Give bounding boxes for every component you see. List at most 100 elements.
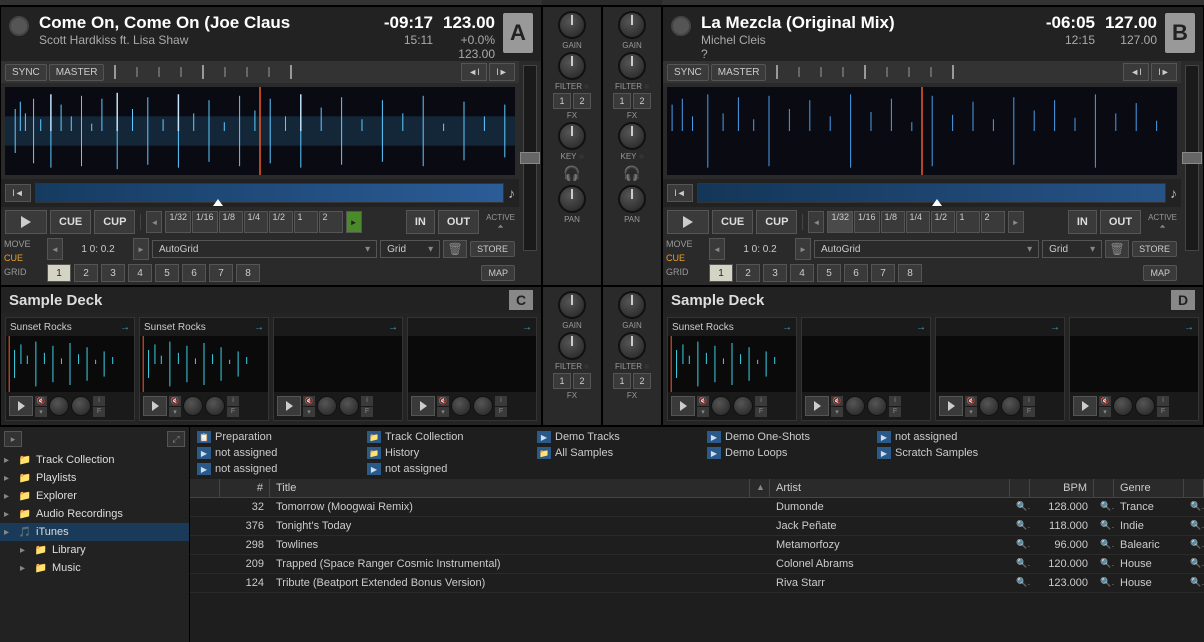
deck-b-loop-size-inc[interactable]: ► (1008, 211, 1024, 233)
disclosure-icon[interactable]: ▸ (4, 509, 14, 520)
mixer-a-gain-knob[interactable] (558, 11, 586, 39)
table-row[interactable]: 209Trapped (Space Ranger Cosmic Instrume… (190, 555, 1204, 574)
mixer-d-fx2[interactable]: 2 (633, 373, 651, 389)
loop-size-1/4[interactable]: 1/4 (906, 211, 930, 233)
mixer-a-cue-headphone[interactable]: 🎧 (562, 163, 582, 183)
trash-icon[interactable]: 🗑 (443, 240, 467, 258)
loop-size-1/2[interactable]: 1/2 (931, 211, 955, 233)
table-row[interactable]: 32Tomorrow (Moogwai Remix)Dumonde🔍128.00… (190, 498, 1204, 517)
deck-a-loop-size-dec[interactable]: ◄ (146, 211, 162, 233)
mixer-a-fx1-button[interactable]: 1 (553, 93, 571, 109)
sample-play-button[interactable] (277, 396, 301, 416)
sample-filter-knob[interactable] (339, 396, 359, 416)
sample-waveform[interactable] (274, 336, 402, 392)
search-icon[interactable]: 🔍 (1094, 556, 1114, 572)
col-number[interactable]: # (220, 479, 270, 497)
sample-waveform[interactable] (802, 336, 930, 392)
mixer-c-fx1[interactable]: 1 (553, 373, 571, 389)
hotcue-8[interactable]: 8 (236, 264, 260, 282)
mixer-b-fx1-button[interactable]: 1 (613, 93, 631, 109)
tree-expand-button[interactable]: ⤢ (167, 431, 185, 447)
deck-a-seek-fwd-button[interactable]: I► (489, 63, 515, 81)
deck-a-master-button[interactable]: MASTER (49, 64, 105, 81)
loop-size-1/32[interactable]: 1/32 (827, 211, 853, 233)
loop-size-2[interactable]: 2 (319, 211, 343, 233)
favorite-preparation[interactable]: 📋Preparation (194, 429, 364, 445)
sample-deck-d-letter[interactable]: D (1171, 290, 1195, 310)
sample-play-button[interactable] (1073, 396, 1097, 416)
favorite-demo-one-shots[interactable]: ▶Demo One-Shots (704, 429, 874, 445)
deck-b-tab-grid[interactable]: GRID (663, 265, 705, 279)
deck-b-loop-active-label[interactable]: ACTIVE (1148, 213, 1177, 222)
sample-slot-4[interactable]: →🔇▾iF (407, 317, 537, 421)
deck-a-play-button[interactable] (5, 210, 47, 234)
sample-filter-knob[interactable] (1001, 396, 1021, 416)
deck-a-tab-move[interactable]: MOVE (1, 237, 43, 251)
hotcue-2[interactable]: 2 (74, 264, 98, 282)
deck-a-autogrid-select[interactable]: AutoGrid (152, 240, 377, 258)
col-title[interactable]: Title (270, 479, 750, 497)
sample-waveform[interactable] (668, 336, 796, 392)
search-icon[interactable]: 🔍 (1010, 537, 1030, 553)
tree-item-playlists[interactable]: ▸📁Playlists (0, 469, 189, 487)
loop-size-1/16[interactable]: 1/16 (854, 211, 880, 233)
hotcue-4[interactable]: 4 (790, 264, 814, 282)
deck-b-tab-move[interactable]: MOVE (663, 237, 705, 251)
mixer-d-gain-knob[interactable] (618, 291, 646, 319)
search-icon[interactable]: 🔍 (1184, 518, 1204, 534)
deck-a-store-button[interactable]: STORE (470, 241, 515, 257)
tree-item-library[interactable]: ▸📁Library (0, 541, 189, 559)
sample-slot-2[interactable]: →🔇▾iF (801, 317, 931, 421)
deck-b-overview[interactable] (697, 183, 1166, 203)
deck-b-cup-button[interactable]: CUP (756, 210, 797, 234)
sample-filter-knob[interactable] (867, 396, 887, 416)
mixer-b-cue-headphone[interactable]: 🎧 (622, 163, 642, 183)
disclosure-icon[interactable]: ▸ (4, 455, 14, 466)
tree-item-itunes[interactable]: ▸🎵iTunes (0, 523, 189, 541)
deck-b-master-button[interactable]: MASTER (711, 64, 767, 81)
table-row[interactable]: 298TowlinesMetamorfozy🔍96.000🔍Balearic🔍 (190, 536, 1204, 555)
col-icon[interactable] (190, 479, 220, 497)
mixer-d-filter-knob[interactable] (618, 332, 646, 360)
disclosure-icon[interactable]: ▸ (20, 545, 30, 556)
deck-b-store-button[interactable]: STORE (1132, 241, 1177, 257)
deck-b-autogrid-select[interactable]: AutoGrid (814, 240, 1039, 258)
mixer-a-fx2-button[interactable]: 2 (573, 93, 591, 109)
col-bpm[interactable]: BPM (1030, 479, 1094, 497)
tree-item-explorer[interactable]: ▸📁Explorer (0, 487, 189, 505)
favorite-demo-tracks[interactable]: ▶Demo Tracks (534, 429, 704, 445)
sample-slot-4[interactable]: →🔇▾iF (1069, 317, 1199, 421)
sample-filter-knob[interactable] (1135, 396, 1155, 416)
sample-gain-knob[interactable] (317, 396, 337, 416)
favorite-demo-loops[interactable]: ▶Demo Loops (704, 445, 874, 461)
deck-a-tab-grid[interactable]: GRID (1, 265, 43, 279)
deck-a-skip-start-button[interactable]: I◄ (5, 184, 31, 202)
sample-filter-knob[interactable] (205, 396, 225, 416)
hotcue-2[interactable]: 2 (736, 264, 760, 282)
hotcue-5[interactable]: 5 (155, 264, 179, 282)
sample-slot-3[interactable]: →🔇▾iF (935, 317, 1065, 421)
hotcue-1[interactable]: 1 (47, 264, 71, 282)
deck-a-bpm[interactable]: 123.00 (443, 13, 495, 33)
hotcue-7[interactable]: 7 (209, 264, 233, 282)
loop-size-1/32[interactable]: 1/32 (165, 211, 191, 233)
deck-a-overview[interactable] (35, 183, 504, 203)
sample-play-button[interactable] (143, 396, 167, 416)
map-button[interactable]: MAP (481, 265, 515, 281)
sample-gain-knob[interactable] (183, 396, 203, 416)
sample-slot-2[interactable]: Sunset Rocks→🔇▾iF (139, 317, 269, 421)
col-genre[interactable]: Genre (1114, 479, 1184, 497)
sample-gain-knob[interactable] (711, 396, 731, 416)
tree-item-audio-recordings[interactable]: ▸📁Audio Recordings (0, 505, 189, 523)
deck-b-seek-back-button[interactable]: ◄I (1123, 63, 1149, 81)
sample-play-button[interactable] (939, 396, 963, 416)
disclosure-icon[interactable]: ▸ (20, 563, 30, 574)
deck-b-waveform[interactable] (667, 87, 1177, 175)
sample-play-button[interactable] (805, 396, 829, 416)
sample-slot-1[interactable]: Sunset Rocks→🔇▾iF (667, 317, 797, 421)
sample-filter-knob[interactable] (733, 396, 753, 416)
search-icon[interactable]: 🔍 (1010, 518, 1030, 534)
deck-a-load-indicator[interactable] (9, 16, 29, 36)
mixer-b-fx2-button[interactable]: 2 (633, 93, 651, 109)
deck-b-sync-button[interactable]: SYNC (667, 64, 709, 81)
